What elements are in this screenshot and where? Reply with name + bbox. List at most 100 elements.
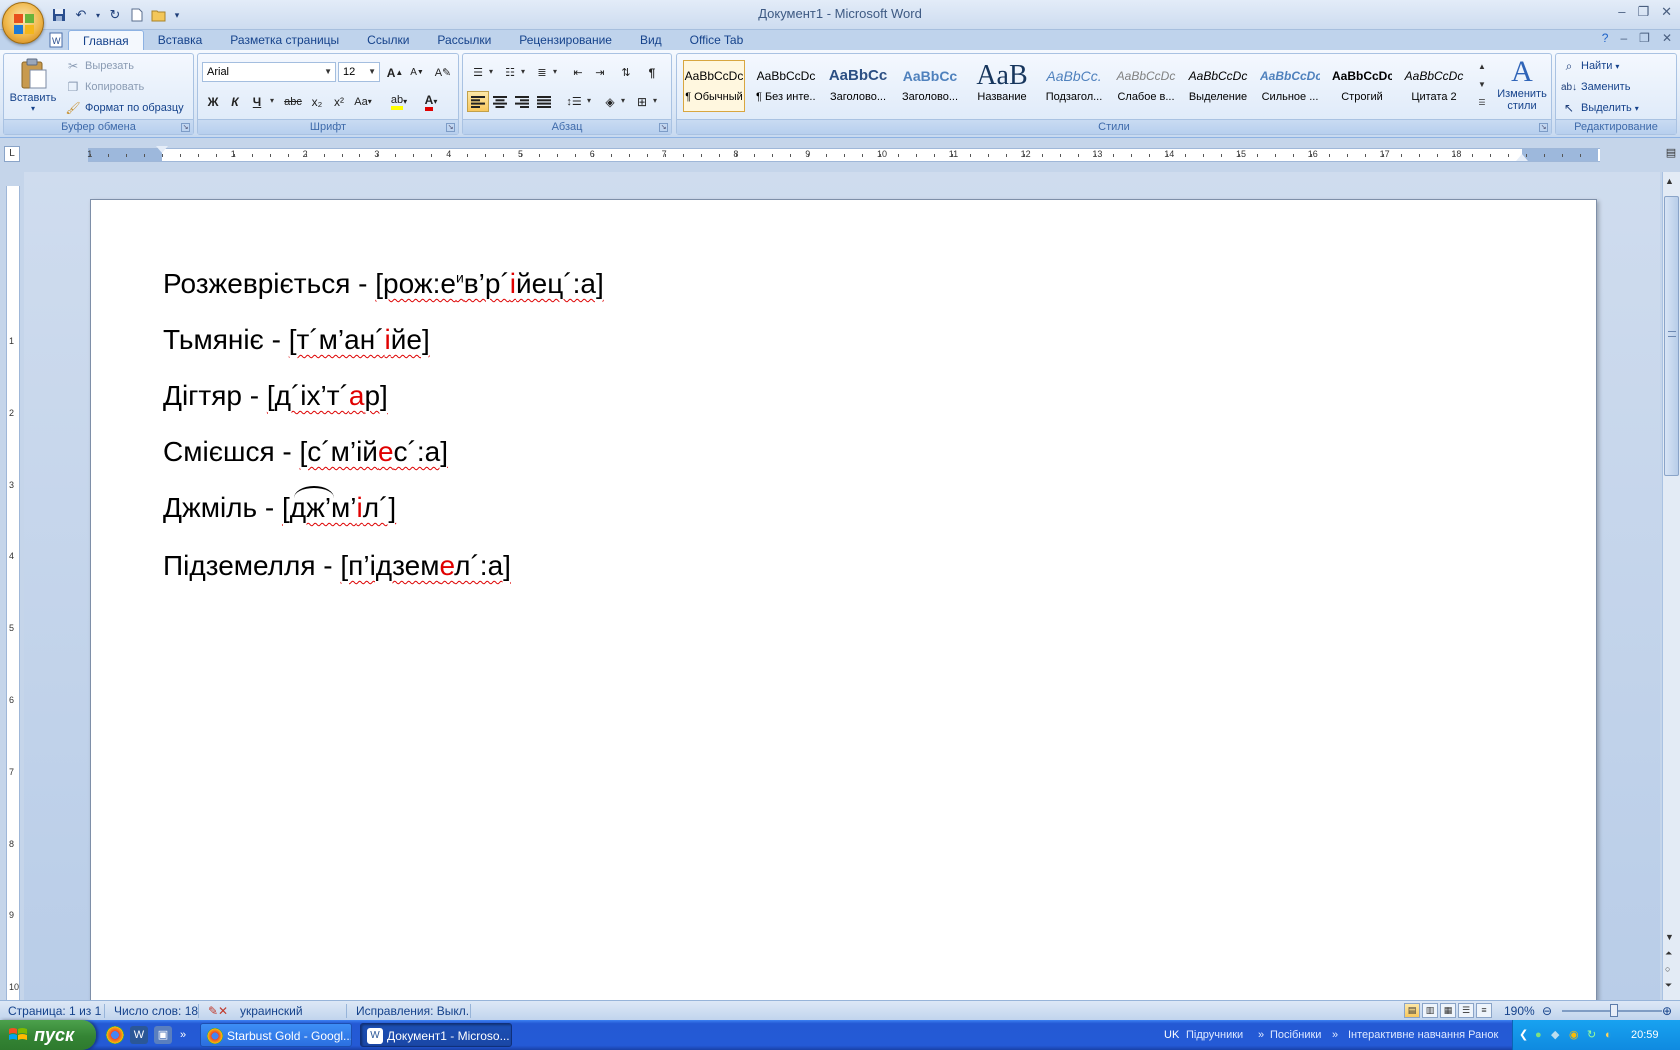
track-changes-status[interactable]: Исправления: Выкл.: [356, 1003, 469, 1019]
doc-line-5[interactable]: Джміль - [дж’м’іл´]: [163, 486, 396, 524]
maximize-icon[interactable]: ❐: [1637, 4, 1649, 20]
toolbar-manuals[interactable]: Посібники: [1270, 1020, 1321, 1050]
find-dropdown-icon[interactable]: ▾: [1615, 62, 1619, 71]
style-quote-2[interactable]: AaBbCcDc Цитата 2: [1403, 60, 1465, 112]
language-bar[interactable]: UK: [1164, 1020, 1179, 1050]
font-size-combo[interactable]: 12 ▼: [338, 62, 380, 82]
tray-security-icon[interactable]: ◆: [1551, 1020, 1559, 1050]
doc-line-2[interactable]: Тьмяніє - [т´м’ан´ійе]: [163, 324, 430, 356]
style-heading-1[interactable]: AaBbCc Заголово...: [827, 60, 889, 112]
tray-volume-icon[interactable]: ◐: [1605, 1020, 1612, 1050]
multilevel-dropdown-icon[interactable]: ▾: [553, 67, 557, 76]
styles-gallery-scroll[interactable]: ▲ ▼ ☰: [1475, 58, 1489, 114]
doc-line-3[interactable]: Дігтяр - [д´іх’т´ар]: [163, 380, 388, 412]
toolbar-chevron-icon[interactable]: »: [1258, 1020, 1264, 1050]
strikethrough-button[interactable]: abc: [282, 91, 304, 112]
cut-button[interactable]: ✂ Вырезать: [64, 56, 134, 76]
zoom-out-icon[interactable]: ⊖: [1542, 1003, 1552, 1019]
utility-icon[interactable]: ▣: [154, 1026, 172, 1044]
style-emphasis[interactable]: AaBbCcDc Выделение: [1187, 60, 1249, 112]
copy-button[interactable]: ❐ Копировать: [64, 77, 145, 97]
find-button[interactable]: ⌕ Найти ▾: [1560, 56, 1620, 76]
doc-line-4[interactable]: Смієшся - [с´м’ійес´:а]: [163, 436, 448, 468]
office-button[interactable]: [2, 2, 44, 44]
tab-home[interactable]: Главная: [68, 30, 144, 50]
chrome-icon[interactable]: [106, 1026, 124, 1044]
show-marks-button[interactable]: ¶: [641, 62, 663, 83]
tab-view[interactable]: Вид: [626, 30, 676, 50]
tab-review[interactable]: Рецензирование: [505, 30, 626, 50]
shading-button[interactable]: ◈: [599, 91, 621, 112]
scroll-up-icon[interactable]: ▲: [1665, 176, 1674, 186]
tab-insert[interactable]: Вставка: [144, 30, 217, 50]
shading-dropdown-icon[interactable]: ▾: [621, 96, 625, 105]
tab-office-tab[interactable]: Office Tab: [676, 30, 758, 50]
style-heading-2[interactable]: AaBbCc Заголово...: [899, 60, 961, 112]
start-button[interactable]: пуск: [0, 1020, 96, 1050]
font-name-combo[interactable]: Arial ▼: [202, 62, 336, 82]
tab-selector-icon[interactable]: L: [4, 146, 20, 162]
outline-view-icon[interactable]: ☰: [1458, 1003, 1474, 1018]
style-strong[interactable]: AaBbCcDc Строгий: [1331, 60, 1393, 112]
word-count[interactable]: Число слов: 18: [114, 1003, 198, 1019]
bullets-button[interactable]: ☰: [467, 62, 489, 83]
align-left-button[interactable]: [467, 91, 489, 112]
paste-dropdown-icon[interactable]: ▾: [8, 104, 58, 113]
tray-sync-icon[interactable]: ↻: [1587, 1020, 1596, 1050]
borders-button[interactable]: ⊞: [631, 91, 653, 112]
document-area[interactable]: Розжевріється - [рож:еив’р´ійец´:а] Тьмя…: [24, 172, 1660, 1000]
styles-launcher-icon[interactable]: ↘: [1539, 123, 1548, 132]
shrink-font-button[interactable]: A ▼: [406, 62, 428, 83]
clipboard-launcher-icon[interactable]: ↘: [181, 123, 190, 132]
doc-close-icon[interactable]: ✕: [1662, 31, 1672, 45]
tab-mailings[interactable]: Рассылки: [423, 30, 505, 50]
full-screen-reading-view-icon[interactable]: ▥: [1422, 1003, 1438, 1018]
select-button[interactable]: ↖ Выделить ▾: [1560, 98, 1639, 118]
minimize-icon[interactable]: –: [1618, 4, 1625, 20]
word-icon[interactable]: W: [130, 1026, 148, 1044]
styles-scroll-up-icon[interactable]: ▲: [1475, 58, 1489, 76]
toolbar-chevron-icon[interactable]: »: [1332, 1020, 1338, 1050]
doc-restore-icon[interactable]: ❐: [1639, 31, 1650, 45]
toolbar-interactive[interactable]: Інтерактивне навчання Ранок: [1348, 1020, 1498, 1050]
next-page-icon[interactable]: ⏷: [1665, 980, 1672, 991]
paste-button[interactable]: Вставить ▾: [8, 58, 58, 114]
style-intense-emphasis[interactable]: AaBbCcDc Сильное ...: [1259, 60, 1321, 112]
ruler-toggle-icon[interactable]: ▤: [1663, 146, 1679, 162]
numbering-dropdown-icon[interactable]: ▾: [521, 67, 525, 76]
highlight-button[interactable]: ab ▾: [388, 91, 410, 112]
decrease-indent-button[interactable]: ⇤: [567, 62, 589, 83]
superscript-button[interactable]: x²: [328, 91, 350, 112]
bullets-dropdown-icon[interactable]: ▾: [489, 67, 493, 76]
font-launcher-icon[interactable]: ↘: [446, 123, 455, 132]
zoom-in-icon[interactable]: ⊕: [1662, 1003, 1672, 1019]
prev-page-icon[interactable]: ⏶: [1665, 948, 1672, 959]
multilevel-list-button[interactable]: ≣: [531, 62, 553, 83]
right-indent-marker-icon[interactable]: [1516, 154, 1528, 161]
draft-view-icon[interactable]: ≡: [1476, 1003, 1492, 1018]
proofing-icon[interactable]: ✎✕: [208, 1003, 228, 1019]
close-icon[interactable]: ✕: [1661, 4, 1672, 20]
format-painter-button[interactable]: 🖌 Формат по образцу: [64, 98, 183, 118]
align-right-button[interactable]: [511, 91, 533, 112]
doc-line-1[interactable]: Розжевріється - [рож:еив’р´ійец´:а]: [163, 268, 604, 300]
quick-launch-more-icon[interactable]: »: [178, 1026, 188, 1044]
page-count[interactable]: Страница: 1 из 1: [8, 1003, 101, 1019]
replace-button[interactable]: ab↓ Заменить: [1560, 77, 1631, 97]
style-subtle-emphasis[interactable]: AaBbCcDc Слабое в...: [1115, 60, 1177, 112]
zoom-level[interactable]: 190%: [1504, 1003, 1535, 1019]
styles-scroll-down-icon[interactable]: ▼: [1475, 76, 1489, 94]
font-color-button[interactable]: A ▾: [420, 91, 442, 112]
subscript-button[interactable]: x₂: [306, 91, 328, 112]
paragraph-launcher-icon[interactable]: ↘: [659, 123, 668, 132]
print-layout-view-icon[interactable]: ▤: [1404, 1003, 1420, 1018]
style-normal[interactable]: AaBbCcDc ¶ Обычный: [683, 60, 745, 112]
change-styles-button[interactable]: A Изменить стили: [1493, 56, 1551, 116]
browse-object-icon[interactable]: ○: [1665, 964, 1670, 974]
task-chrome[interactable]: Starbust Gold - Googl...: [200, 1023, 352, 1047]
language-indicator[interactable]: украинский: [240, 1003, 303, 1019]
select-dropdown-icon[interactable]: ▾: [1635, 104, 1639, 113]
scroll-thumb[interactable]: [1664, 196, 1679, 476]
vertical-scrollbar[interactable]: ▲ ▼ ⏶ ○ ⏷: [1662, 172, 1680, 1000]
underline-button[interactable]: Ч: [246, 91, 268, 112]
